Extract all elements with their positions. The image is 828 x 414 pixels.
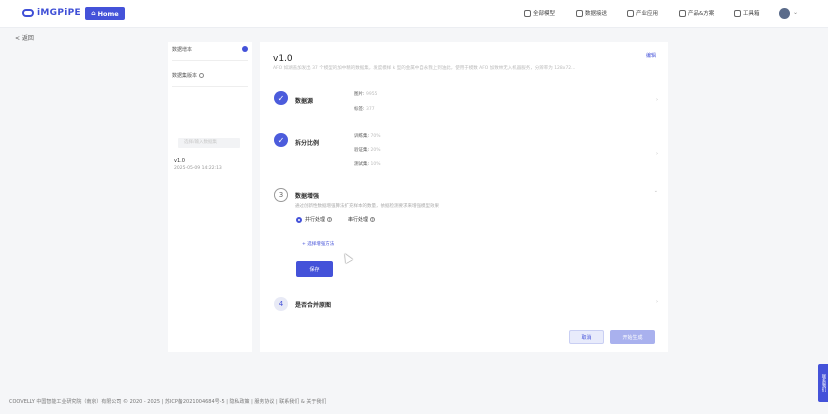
dataset-select-input[interactable]: 选择/输入数据集 — [178, 138, 240, 148]
step-title: 数据增强 — [295, 193, 320, 200]
home-button[interactable]: ⌂ Home — [85, 7, 125, 20]
toolbox-icon — [734, 9, 741, 17]
footer: COOVELLY 中国智能工业研究院（南京）有限公司 © 2020 - 2025… — [9, 399, 327, 405]
sidebar-item-label: 数据增本 — [172, 47, 193, 53]
sidebar-item-data[interactable]: 数据增本 — [172, 46, 248, 53]
kv-key: 图片: — [354, 92, 365, 97]
sidebar-item-dataset-version[interactable]: 数据集版本 — [172, 72, 248, 79]
kv-labels: 标签: 377 — [354, 106, 375, 112]
step-number: 4 — [274, 297, 288, 311]
step-title: 是否合并原图 — [295, 302, 332, 309]
radio-serial[interactable]: 串行处理 ? — [348, 216, 376, 223]
start-generate-button[interactable]: 开始生成 — [610, 330, 655, 344]
kv-key: 测试集: — [354, 162, 370, 167]
chevron-right-icon[interactable]: › — [656, 299, 658, 305]
divider — [172, 60, 248, 61]
nav-label: 全部模型 — [533, 11, 556, 17]
avatar[interactable] — [779, 8, 790, 19]
nav-products[interactable]: 产品&方案 — [679, 9, 714, 17]
step-hint: 通过创新性数据增强算法扩充样本的数量，依据检测要求来增强模型效果 — [295, 204, 439, 209]
kv-value: 377 — [365, 107, 375, 112]
add-icon[interactable] — [242, 46, 248, 52]
help-icon: ? — [370, 217, 376, 222]
radio-parallel[interactable]: 并行处理 ? — [296, 216, 333, 223]
kv-val: 验证集: 20% — [354, 147, 380, 153]
model-icon — [524, 9, 531, 17]
chevron-right-icon[interactable]: › — [656, 151, 658, 157]
logo-text: iMGPiPE — [37, 8, 81, 18]
product-icon — [679, 9, 686, 17]
kv-train: 训练集: 70% — [354, 133, 380, 139]
help-icon: ? — [327, 217, 333, 222]
step-title: 数据源 — [295, 98, 314, 105]
kv-value: 10% — [370, 162, 381, 167]
nav-all-models[interactable]: 全部模型 — [524, 9, 555, 17]
sidebar-item-label: 数据集版本 — [172, 73, 198, 79]
kv-value: 9955 — [365, 92, 378, 97]
help-icon — [199, 73, 205, 78]
radio-label: 并行处理 — [305, 217, 326, 223]
chevron-right-icon[interactable]: › — [656, 97, 658, 103]
logo[interactable]: iMGPiPE — [22, 8, 81, 18]
kv-key: 标签: — [354, 107, 365, 112]
version-time: 2025-05-09 14:22:13 — [174, 166, 222, 171]
radio-label: 串行处理 — [348, 217, 369, 223]
home-label: Home — [97, 9, 119, 18]
check-icon: ✓ — [274, 133, 288, 147]
nav-label: 产品&方案 — [688, 11, 715, 17]
kv-key: 验证集: — [354, 148, 370, 153]
page-title: v1.0 — [273, 54, 293, 64]
top-bar: iMGPiPE ⌂ Home 全部模型 数据接送 产业应用 产品&方案 工具箱 … — [0, 0, 828, 28]
add-method-link[interactable]: + 选择增强方法 — [302, 241, 334, 247]
cancel-button[interactable]: 取消 — [569, 330, 604, 344]
check-icon: ✓ — [274, 91, 288, 105]
edit-link[interactable]: 编辑 — [646, 52, 656, 59]
step-title: 拆分比例 — [295, 140, 320, 147]
nav-industry[interactable]: 产业应用 — [627, 9, 658, 17]
kv-value: 70% — [370, 134, 381, 139]
version-name[interactable]: v1.0 — [174, 158, 185, 164]
home-icon: ⌂ — [91, 10, 96, 17]
logo-mark-icon — [22, 9, 34, 17]
nav-data[interactable]: 数据接送 — [576, 9, 607, 17]
contact-float-tab[interactable]: 联系我们 — [818, 364, 828, 402]
main-panel: v1.0 编辑 AFO 如湖盖加发出 37 个模型的加中精的数据集，发度模样 k… — [260, 42, 668, 352]
divider — [172, 86, 248, 87]
step-number: 3 — [274, 188, 288, 202]
chevron-down-icon[interactable]: ⌄ — [793, 9, 798, 16]
version-description: AFO 如湖盖加发出 37 个模型的加中精的数据集，发度模样 k 型的金属中自永… — [273, 66, 576, 71]
nav-label: 数据接送 — [585, 11, 608, 17]
nav-label: 产业应用 — [636, 11, 659, 17]
chevron-down-icon[interactable]: ⌄ — [654, 188, 658, 194]
back-link[interactable]: < 返回 — [15, 33, 34, 42]
data-icon — [576, 9, 583, 17]
kv-images: 图片: 9955 — [354, 91, 377, 97]
version-sidebar: 数据增本 数据集版本 选择/输入数据集 v1.0 2025-05-09 14:2… — [168, 42, 252, 352]
radio-dot — [296, 216, 302, 223]
nav-toolbox[interactable]: 工具箱 — [734, 9, 760, 17]
save-button[interactable]: 保存 — [296, 261, 333, 277]
industry-icon — [627, 9, 634, 17]
kv-key: 训练集: — [354, 134, 370, 139]
kv-value: 20% — [370, 148, 381, 153]
nav-label: 工具箱 — [743, 11, 760, 17]
kv-test: 测试集: 10% — [354, 161, 380, 167]
